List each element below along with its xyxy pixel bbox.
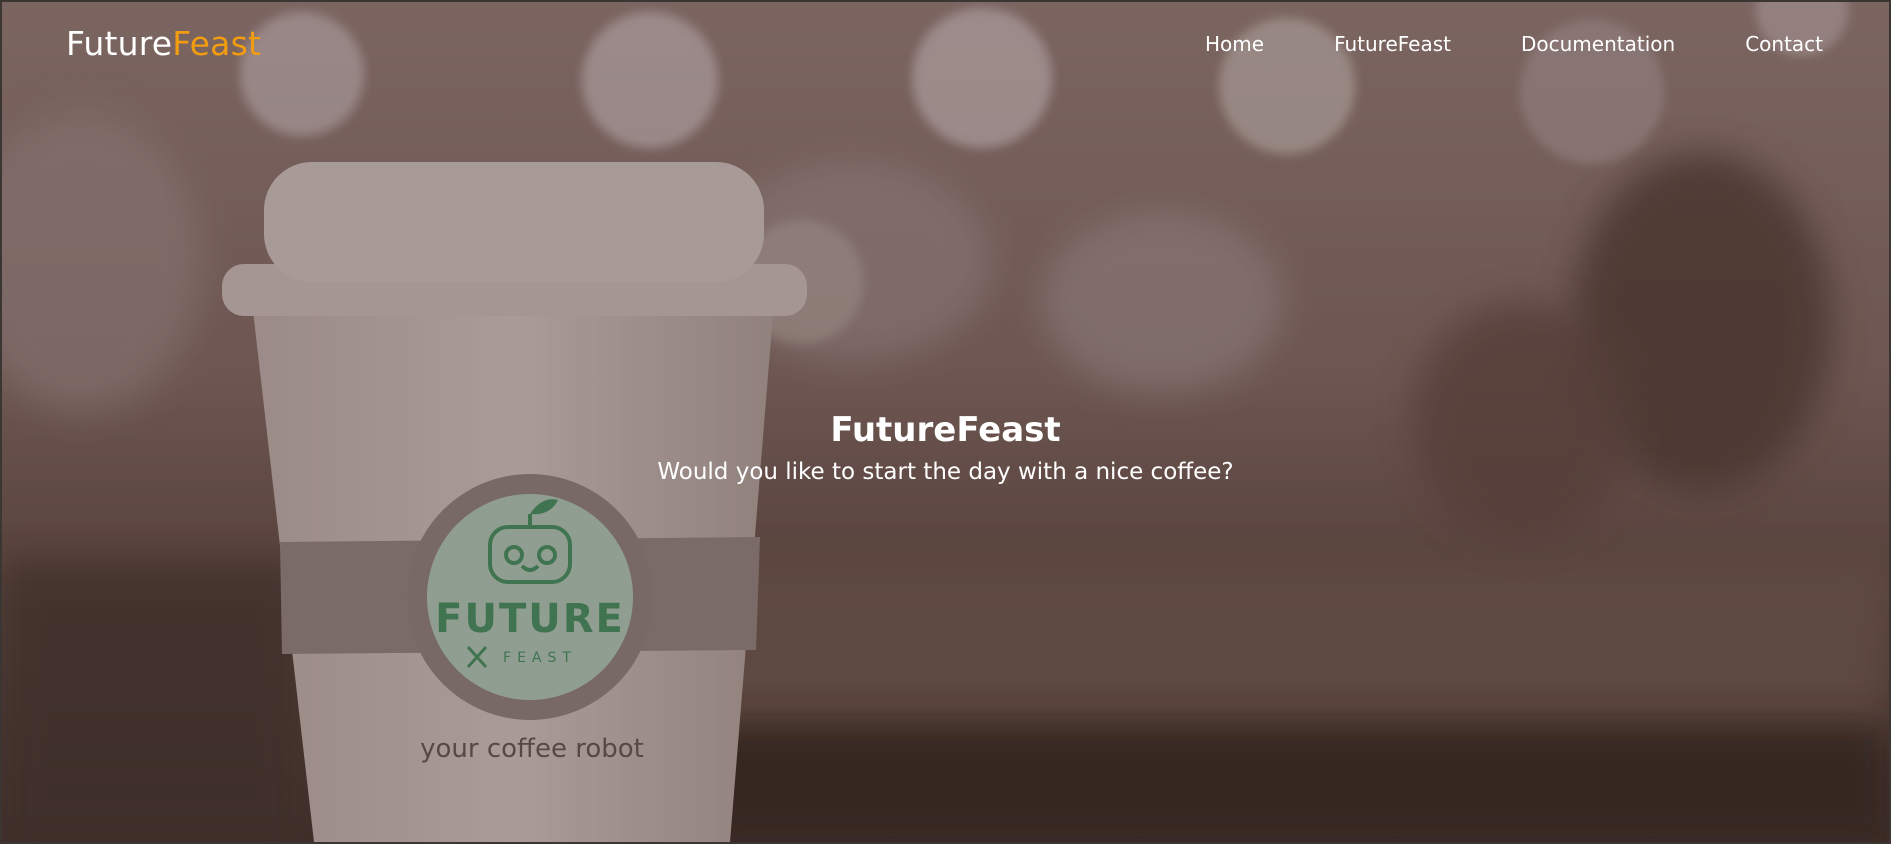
nav-futurefeast-link[interactable]: FutureFeast — [1334, 32, 1451, 56]
nav-documentation-link[interactable]: Documentation — [1521, 32, 1675, 56]
brand-logo-accent: Feast — [172, 24, 262, 63]
hero-text: FutureFeast Would you like to start the … — [2, 408, 1889, 488]
brand-logo[interactable]: FutureFeast — [66, 24, 261, 63]
nav-home-link[interactable]: Home — [1205, 32, 1264, 56]
hero-title: FutureFeast — [830, 410, 1061, 450]
main-nav: Home FutureFeast Documentation Contact — [1205, 32, 1823, 56]
hero-subtitle: Would you like to start the day with a n… — [657, 459, 1234, 485]
top-navbar: FutureFeast Home FutureFeast Documentati… — [2, 2, 1889, 86]
nav-contact-link[interactable]: Contact — [1745, 32, 1823, 56]
brand-logo-primary: Future — [66, 24, 173, 63]
page-frame: FUTURE FEAST your coffee robot FutureFea… — [0, 0, 1891, 844]
